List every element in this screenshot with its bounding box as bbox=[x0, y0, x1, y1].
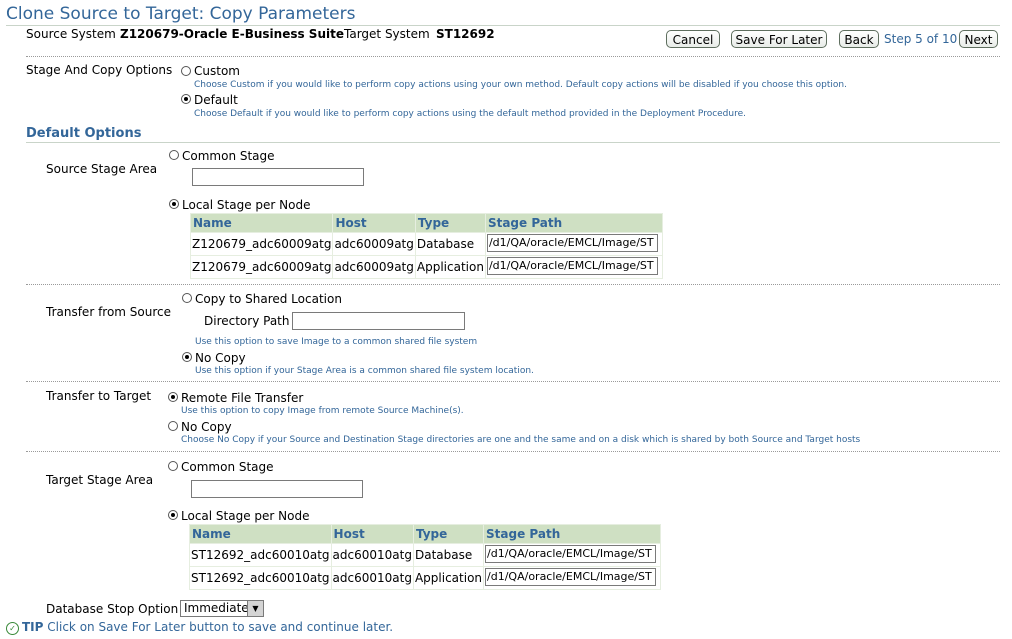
source-system-value: Z120679-Oracle E-Business Suite bbox=[120, 27, 344, 41]
stage-path-input[interactable]: /d1/QA/oracle/EMCL/Image/ST bbox=[485, 567, 657, 586]
source-no-copy-label: No Copy bbox=[195, 351, 246, 365]
default-radio[interactable] bbox=[181, 94, 191, 104]
save-for-later-button[interactable]: Save For Later bbox=[731, 30, 827, 48]
cell-host: adc60010atg bbox=[330, 566, 414, 590]
stage-path-input[interactable]: /d1/QA/oracle/EMCL/Image/ST bbox=[485, 544, 657, 563]
stage-path-input[interactable]: /d1/QA/oracle/EMCL/Image/ST bbox=[486, 233, 658, 252]
cell-type: Application bbox=[414, 255, 486, 279]
source-stage-table: Name Host Type Stage Path Z120679_adc600… bbox=[189, 213, 663, 279]
custom-help: Choose Custom if you would like to perfo… bbox=[194, 80, 847, 90]
source-stage-label: Source Stage Area bbox=[46, 162, 158, 176]
page-title: Clone Source to Target: Copy Parameters bbox=[6, 4, 356, 24]
remote-transfer-radio[interactable] bbox=[168, 392, 178, 402]
directory-path-label: Directory Path bbox=[204, 314, 290, 328]
col-type: Type bbox=[412, 524, 485, 544]
divider bbox=[26, 284, 1000, 285]
cell-host: adc60009atg bbox=[332, 232, 416, 256]
cell-type: Application bbox=[412, 566, 485, 590]
source-no-copy-radio[interactable] bbox=[182, 352, 192, 362]
check-icon: ✓ bbox=[6, 622, 19, 635]
directory-path-input[interactable] bbox=[292, 312, 465, 330]
col-name: Name bbox=[189, 213, 334, 233]
source-common-stage-radio[interactable] bbox=[169, 150, 179, 160]
remote-transfer-help: Use this option to copy Image from remot… bbox=[181, 406, 464, 416]
cell-name: ST12692_adc60010atg bbox=[189, 543, 332, 567]
copy-shared-help: Use this option to save Image to a commo… bbox=[195, 337, 478, 347]
cancel-button[interactable]: Cancel bbox=[666, 30, 720, 48]
target-no-copy-help: Choose No Copy if your Source and Destin… bbox=[181, 435, 861, 445]
default-help: Choose Default if you would like to perf… bbox=[194, 109, 747, 119]
col-host: Host bbox=[332, 213, 416, 233]
custom-radio-label: Custom bbox=[194, 64, 240, 78]
target-stage-table: Name Host Type Stage Path ST12692_adc600… bbox=[189, 524, 662, 590]
tip-text: Click on Save For Later button to save a… bbox=[47, 620, 394, 634]
source-system-label: Source System bbox=[26, 27, 116, 41]
target-common-stage-input[interactable] bbox=[191, 480, 363, 498]
custom-radio[interactable] bbox=[181, 66, 191, 76]
table-row: Z120679_adc60009atg adc60009atg Database… bbox=[189, 232, 663, 256]
source-local-stage-label: Local Stage per Node bbox=[182, 198, 311, 212]
target-local-stage-label: Local Stage per Node bbox=[181, 509, 310, 523]
source-no-copy-help: Use this option if your Stage Area is a … bbox=[195, 366, 534, 376]
db-stop-label: Database Stop Option bbox=[46, 602, 179, 616]
title-divider bbox=[6, 25, 1000, 26]
table-row: ST12692_adc60010atg adc60010atg Applicat… bbox=[189, 566, 662, 590]
stage-copy-label: Stage And Copy Options bbox=[26, 63, 173, 77]
target-common-stage-radio[interactable] bbox=[168, 461, 178, 471]
section-divider bbox=[26, 142, 1000, 143]
source-local-stage-radio[interactable] bbox=[169, 199, 179, 209]
col-type: Type bbox=[414, 213, 486, 233]
target-common-stage-label: Common Stage bbox=[181, 460, 274, 474]
cell-type: Database bbox=[414, 232, 486, 256]
tip-prefix: TIP bbox=[22, 620, 44, 634]
col-stage-path: Stage Path bbox=[483, 524, 662, 544]
target-system-value: ST12692 bbox=[436, 27, 495, 41]
target-no-copy-label: No Copy bbox=[181, 420, 232, 434]
cell-name: Z120679_adc60009atg bbox=[189, 255, 334, 279]
target-system-label: Target System bbox=[344, 27, 430, 41]
back-button[interactable]: Back bbox=[839, 30, 879, 48]
default-radio-label: Default bbox=[194, 93, 238, 107]
tip: ✓ TIP Click on Save For Later button to s… bbox=[6, 620, 393, 635]
divider bbox=[26, 451, 1000, 452]
cell-name: ST12692_adc60010atg bbox=[189, 566, 332, 590]
target-no-copy-radio[interactable] bbox=[168, 421, 178, 431]
table-row: Z120679_adc60009atg adc60009atg Applicat… bbox=[189, 255, 663, 279]
stage-path-input[interactable]: /d1/QA/oracle/EMCL/Image/ST bbox=[486, 256, 658, 275]
source-common-stage-label: Common Stage bbox=[182, 149, 275, 163]
target-local-stage-radio[interactable] bbox=[168, 510, 178, 520]
target-stage-label: Target Stage Area bbox=[46, 473, 154, 487]
db-stop-select[interactable]: Immediate ▼ bbox=[180, 600, 264, 617]
col-name: Name bbox=[189, 524, 332, 544]
col-host: Host bbox=[330, 524, 414, 544]
remote-transfer-label: Remote File Transfer bbox=[181, 391, 304, 405]
cell-type: Database bbox=[412, 543, 485, 567]
table-row: ST12692_adc60010atg adc60010atg Database… bbox=[189, 543, 662, 567]
cell-host: adc60009atg bbox=[332, 255, 416, 279]
col-stage-path: Stage Path bbox=[484, 213, 663, 233]
copy-shared-label: Copy to Shared Location bbox=[195, 292, 342, 306]
source-common-stage-input[interactable] bbox=[192, 168, 364, 186]
transfer-from-source-label: Transfer from Source bbox=[46, 305, 172, 319]
divider bbox=[26, 381, 1000, 382]
cell-host: adc60010atg bbox=[330, 543, 414, 567]
copy-shared-radio[interactable] bbox=[182, 293, 192, 303]
default-options-heading: Default Options bbox=[26, 126, 142, 141]
transfer-to-target-label: Transfer to Target bbox=[46, 389, 152, 403]
divider bbox=[26, 56, 1000, 57]
cell-name: Z120679_adc60009atg bbox=[189, 232, 334, 256]
chevron-down-icon[interactable]: ▼ bbox=[247, 601, 263, 616]
step-indicator: Step 5 of 10 bbox=[884, 32, 958, 46]
next-button[interactable]: Next bbox=[959, 30, 998, 48]
db-stop-value: Immediate bbox=[184, 601, 249, 615]
